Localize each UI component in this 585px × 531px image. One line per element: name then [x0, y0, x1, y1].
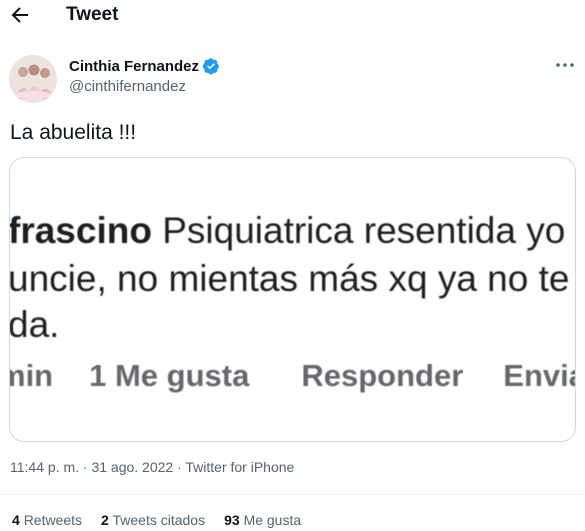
- tweet-media-image[interactable]: frascino Psiquiatrica resentida yo t unc…: [9, 157, 576, 442]
- author-name-row: Cinthia Fernandez: [69, 57, 220, 75]
- media-text-line-3: da.: [9, 304, 60, 345]
- author-name[interactable]: Cinthia Fernandez: [69, 58, 199, 75]
- tweet-stats: 4 Retweets 2 Tweets citados 93 Me gusta: [12, 512, 320, 528]
- verified-badge-icon: [202, 58, 219, 75]
- more-horizontal-icon[interactable]: [554, 58, 576, 72]
- quote-tweets-stat[interactable]: 2 Tweets citados: [101, 512, 205, 528]
- avatar[interactable]: [9, 55, 57, 103]
- divider: [0, 494, 585, 495]
- retweets-stat[interactable]: 4 Retweets: [12, 512, 82, 528]
- page-title: Tweet: [66, 4, 119, 25]
- media-action-row: min1 Me gustaResponderEnvia: [10, 358, 575, 393]
- author-handle[interactable]: @cinthifernandez: [69, 78, 186, 95]
- tweet-timestamp[interactable]: 11:44 p. m. · 31 ago. 2022 · Twitter for…: [10, 459, 294, 475]
- media-text-line-2: uncie, no mientas más xq ya no te: [9, 258, 570, 299]
- media-text-line-1: frascino Psiquiatrica resentida yo t: [9, 210, 576, 251]
- tweet-text: La abuelita !!!: [10, 121, 137, 144]
- likes-stat[interactable]: 93 Me gusta: [224, 512, 301, 528]
- top-bar: Tweet: [0, 0, 585, 34]
- arrow-left-icon[interactable]: [8, 3, 32, 27]
